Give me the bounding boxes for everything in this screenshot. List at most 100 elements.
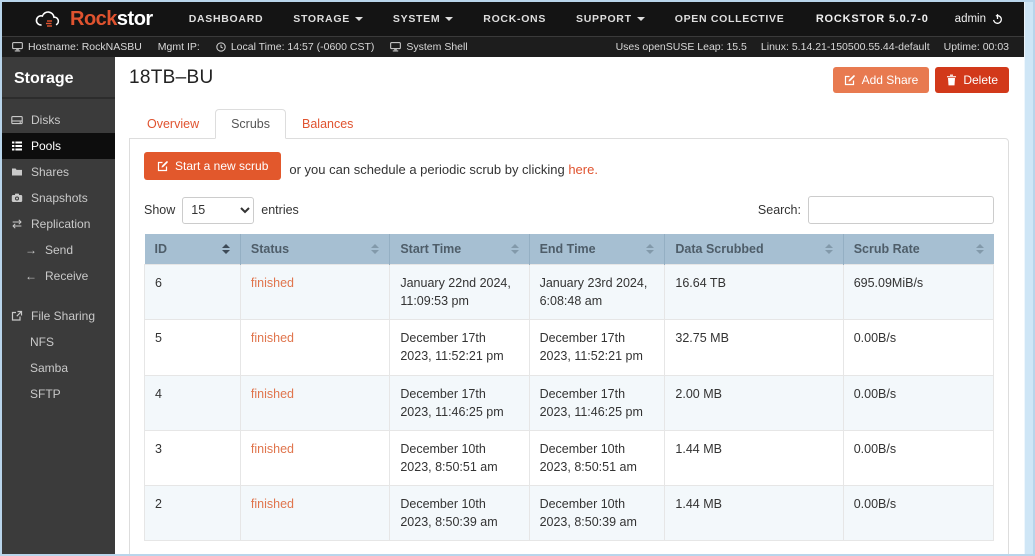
search-input[interactable] [808,196,994,224]
sidebar-item-nfs[interactable]: NFS [2,329,115,355]
arrow-right-icon: → [25,243,37,257]
rockstor-logo[interactable]: Rockstor [34,8,153,31]
sidebar-item-snapshots[interactable]: Snapshots [2,185,115,211]
status-bar-right: Uses openSUSE Leap: 15.5 Linux: 5.14.21-… [616,41,1009,53]
delete-button[interactable]: Delete [935,67,1009,93]
menu-item-dashboard[interactable]: DASHBOARD [189,13,264,25]
status-bar: Hostname: RockNASBU Mgmt IP: Local Time:… [2,36,1033,57]
table-row: 2 finished December 10th 2023, 8:50:39 am D… [144,484,995,542]
sidebar-item-label: NFS [30,335,54,349]
page-title: 18TB–BU [129,67,214,88]
cell-data-scrubbed: 2.00 MB [664,374,844,431]
cell-start-time: December 10th 2023, 8:50:51 am [389,429,530,487]
cell-end-time: December 10th 2023, 8:50:39 am [528,484,666,542]
clock-icon [216,42,226,52]
tab-overview[interactable]: Overview [131,109,215,139]
cell-end-time: January 23rd 2024, 6:08:48 am [528,263,666,321]
trash-icon [946,74,957,86]
username-label: admin [954,13,986,25]
edit-square-icon [844,74,856,86]
camera-icon [10,192,24,204]
hostname-item: Hostname: RockNASBU [12,41,142,53]
top-navbar: Rockstor DASHBOARD STORAGE SYSTEM ROCK-O… [2,2,1033,36]
sidebar-item-label: File Sharing [31,309,96,323]
share-icon [10,310,24,322]
sort-icon [975,244,984,254]
table-row: 3 finished December 10th 2023, 8:50:51 am D… [144,429,995,487]
brand-text: Rockstor [70,7,153,30]
user-menu[interactable]: admin [955,13,1003,25]
cell-scrub-rate: 0.00B/s [842,484,995,542]
sidebar-item-receive[interactable]: ← Receive [2,263,115,289]
table-row: 6 finished January 22nd 2024, 11:09:53 pm J… [144,263,995,321]
tab-scrubs[interactable]: Scrubs [215,109,286,139]
show-label: Show [144,203,176,217]
column-header-data-scrubbed[interactable]: Data Scrubbed [664,234,844,265]
main-menu: DASHBOARD STORAGE SYSTEM ROCK-ONS SUPPOR… [189,13,785,25]
power-icon[interactable] [992,13,1003,25]
cell-status: finished [239,319,391,376]
cell-scrub-rate: 0.00B/s [842,374,995,431]
sidebar-item-pools[interactable]: Pools [2,133,115,159]
disk-icon [10,114,24,126]
sidebar-item-label: Snapshots [31,191,88,205]
sort-icon [371,244,380,254]
rockstor-app-window: Rockstor DASHBOARD STORAGE SYSTEM ROCK-O… [0,0,1035,556]
sidebar-item-file-sharing[interactable]: File Sharing [2,303,115,329]
cell-scrub-rate: 0.00B/s [842,429,995,487]
local-time-item: Local Time: 14:57 (-0600 CST) [216,41,374,53]
schedule-scrub-link[interactable]: here. [568,162,598,177]
pool-tabs: Overview Scrubs Balances [129,109,1009,139]
folder-icon [10,166,24,178]
cell-scrub-rate: 0.00B/s [842,319,995,376]
menu-item-storage[interactable]: STORAGE [293,13,363,25]
cell-status: finished [239,374,391,431]
cell-id: 5 [144,319,241,376]
status-bar-left: Hostname: RockNASBU Mgmt IP: Local Time:… [12,41,468,53]
sidebar-item-label: Replication [31,217,91,231]
sidebar-item-sftp[interactable]: SFTP [2,381,115,407]
tab-balances[interactable]: Balances [286,109,369,139]
column-header-start-time[interactable]: Start Time [389,234,530,265]
scrub-table-body: 6 finished January 22nd 2024, 11:09:53 pm J… [144,263,995,542]
system-shell-item[interactable]: System Shell [390,41,468,53]
schedule-scrub-text: or you can schedule a periodic scrub by … [289,162,598,177]
cell-start-time: December 10th 2023, 8:50:39 am [389,484,530,542]
list-icon [10,140,24,152]
cell-status: finished [239,263,391,321]
cell-start-time: December 17th 2023, 11:52:21 pm [389,319,530,376]
start-scrub-button[interactable]: Start a new scrub [144,152,282,180]
column-header-scrub-rate[interactable]: Scrub Rate [842,234,994,265]
table-header-row: ID Status Start Time End Time Data Scrub… [144,234,994,265]
scrollbar[interactable] [1024,2,1033,554]
menu-item-support[interactable]: SUPPORT [576,13,645,25]
navbar-right: ROCKSTOR 5.0.7-0 admin [816,13,1003,25]
column-header-end-time[interactable]: End Time [528,234,665,265]
sidebar-item-samba[interactable]: Samba [2,355,115,381]
sidebar-item-label: SFTP [30,387,61,401]
cell-end-time: December 10th 2023, 8:50:51 am [528,429,666,487]
page-size-select[interactable]: 15 [182,196,255,224]
sidebar-item-replication[interactable]: ⇄ Replication [2,211,115,237]
sort-icon [824,244,833,254]
column-header-id[interactable]: ID [144,234,241,265]
column-header-status[interactable]: Status [239,234,390,265]
menu-item-system[interactable]: SYSTEM [393,13,454,25]
sidebar-item-label: Disks [31,113,61,127]
sidebar-item-shares[interactable]: Shares [2,159,115,185]
chevron-down-icon [636,17,645,21]
version-label: ROCKSTOR 5.0.7-0 [815,13,929,25]
cell-status: finished [239,429,391,487]
cell-start-time: December 17th 2023, 11:46:25 pm [389,374,530,431]
menu-item-rock-ons[interactable]: ROCK-ONS [483,13,546,25]
search-control: Search: [758,196,994,224]
mgmt-ip-item: Mgmt IP: [157,41,200,53]
menu-item-open-collective[interactable]: OPEN COLLECTIVE [675,13,785,25]
sidebar-item-disks[interactable]: Disks [2,107,115,133]
cell-status: finished [239,484,391,542]
edit-square-icon [157,160,169,172]
scrubs-panel: Start a new scrub or you can schedule a … [129,138,1009,554]
cell-data-scrubbed: 16.64 TB [664,263,844,321]
sidebar-item-send[interactable]: → Send [2,237,115,263]
add-share-button[interactable]: Add Share [832,67,930,93]
